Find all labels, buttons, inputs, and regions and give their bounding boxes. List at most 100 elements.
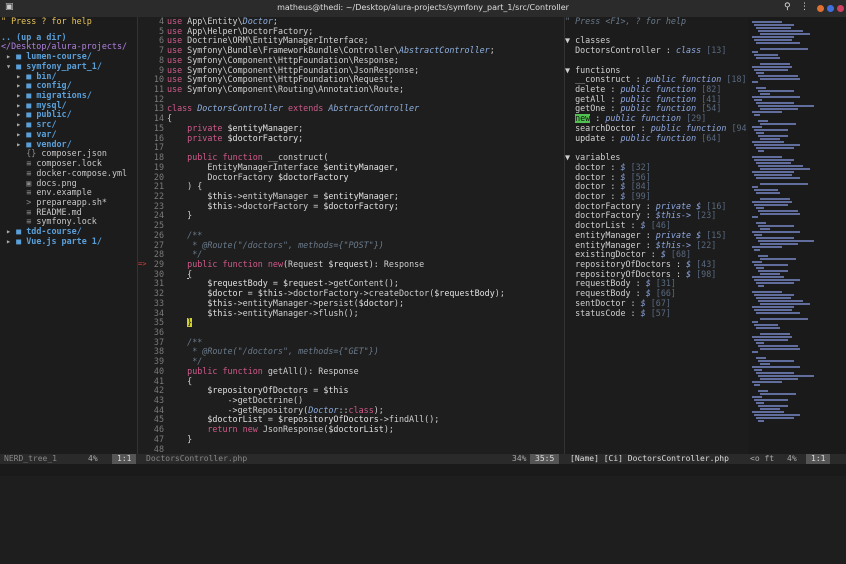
tree-dir-item[interactable]: ▸ ■ tdd-course/ <box>0 227 137 237</box>
code-line[interactable]: 22 $this->entityManager = $entityManager… <box>138 191 564 202</box>
collapsed-arrow-icon[interactable]: ▸ <box>16 130 21 139</box>
collapsed-arrow-icon[interactable] <box>16 169 21 178</box>
tag-entry[interactable]: __construct : public function [18] <box>565 75 748 85</box>
tag-entry[interactable]: statusCode : $ [57] <box>565 309 748 319</box>
code-line[interactable]: 18 public function __construct( <box>138 152 564 163</box>
code-line[interactable]: 9 use Symfony\Component\HttpFoundation\Js… <box>138 65 564 76</box>
tree-file-item[interactable]: > prepareapp.sh* <box>0 198 137 208</box>
code-line[interactable]: 37 /** <box>138 337 564 348</box>
code-line[interactable]: 27 * @Route("/doctors", methods={"POST"}… <box>138 240 564 251</box>
tagbar-section-variables[interactable]: ▼ variables <box>565 153 748 163</box>
tag-entry[interactable]: doctor : $ [32] <box>565 163 748 173</box>
nerdtree-panel[interactable]: " Press ? for help .. (up a dir) </Deskt… <box>0 17 138 454</box>
maximize-button[interactable] <box>827 5 834 12</box>
tree-dir-item[interactable]: ▸ ■ var/ <box>0 130 137 140</box>
code-line[interactable]: 38 * @Route("/doctors", methods={"GET"}) <box>138 347 564 357</box>
code-line[interactable]: 28 */ <box>138 250 564 260</box>
code-line[interactable]: 41 { <box>138 376 564 387</box>
code-line[interactable]: 46 return new JsonResponse($doctorList); <box>138 424 564 435</box>
code-line[interactable]: 20 DoctorFactory $doctorFactory <box>138 172 564 183</box>
tag-entry[interactable]: update : public function [64] <box>565 134 748 144</box>
tree-root-path[interactable]: </Desktop/alura-projects/ <box>0 42 137 52</box>
collapsed-arrow-icon[interactable] <box>16 159 21 168</box>
tree-dir-item[interactable]: ▸ ■ Vue.js parte 1/ <box>0 237 137 247</box>
code-line[interactable]: 10 use Symfony\Component\HttpFoundation\R… <box>138 75 564 85</box>
code-line[interactable]: 24 } <box>138 211 564 221</box>
code-line[interactable]: 48 <box>138 444 564 454</box>
code-line[interactable]: 47 } <box>138 434 564 445</box>
tag-entry[interactable]: sentDoctor : $ [67] <box>565 299 748 309</box>
code-line[interactable]: 12 <box>138 94 564 105</box>
tree-up-dir[interactable]: .. (up a dir) <box>0 33 137 43</box>
code-line[interactable]: 8 use Symfony\Component\HttpFoundation\Re… <box>138 55 564 66</box>
expanded-arrow-icon[interactable]: ▾ <box>6 62 11 71</box>
code-line[interactable]: 45 $doctorList = $repositoryOfDoctors->f… <box>138 415 564 425</box>
tag-entry[interactable]: doctorFactory : private $ [16] <box>565 202 748 212</box>
collapsed-arrow-icon[interactable]: ▸ <box>16 140 21 149</box>
collapsed-arrow-icon[interactable]: ▸ <box>16 110 21 119</box>
code-line[interactable]: 23 $this->doctorFactory = $doctorFactory… <box>138 201 564 212</box>
tagbar-section-classes[interactable]: ▼ classes <box>565 36 748 46</box>
code-line[interactable]: 4 use App\Entity\Doctor; <box>138 17 564 27</box>
code-line[interactable]: 42 $repositoryOfDoctors = $this <box>138 386 564 396</box>
code-line[interactable]: 7 use Symfony\Bundle\FrameworkBundle\Cont… <box>138 45 564 56</box>
code-line[interactable]: 35 } <box>138 318 564 328</box>
tree-dir-item[interactable]: ▸ ■ migrations/ <box>0 91 137 101</box>
code-line[interactable]: 11 use Symfony\Component\Routing\Annotati… <box>138 84 564 95</box>
code-line[interactable]: 39 */ <box>138 356 564 367</box>
collapsed-arrow-icon[interactable]: ▸ <box>16 81 21 90</box>
tree-dir-item[interactable]: ▸ ■ vendor/ <box>0 140 137 150</box>
code-line[interactable]: 17 <box>138 143 564 153</box>
tag-entry[interactable]: repositoryOfDoctors : $ [98] <box>565 270 748 280</box>
tagbar-panel[interactable]: " Press <F1>, ? for help ▼ classes Docto… <box>565 17 748 454</box>
code-line[interactable]: 6 use Doctrine\ORM\EntityManagerInterface… <box>138 36 564 46</box>
tag-entry[interactable]: DoctorsController : class [13] <box>565 46 748 56</box>
tree-file-item[interactable]: ≡ docker-compose.yml <box>0 169 137 179</box>
tag-entry[interactable]: requestBody : $ [66] <box>565 289 748 299</box>
menu-dots-icon[interactable]: ⋮ <box>800 2 809 12</box>
code-line[interactable]: 5 use App\Helper\DoctorFactory; <box>138 26 564 37</box>
minimap[interactable] <box>748 17 846 454</box>
tree-dir-item[interactable]: ▸ ■ lumen-course/ <box>0 52 137 62</box>
code-line[interactable]: 14{ <box>138 113 564 124</box>
code-line[interactable]: 33 $this->entityManager->persist($doctor… <box>138 298 564 309</box>
collapsed-arrow-icon[interactable]: ▸ <box>6 227 11 236</box>
tree-dir-item[interactable]: ▾ ■ symfony_part_1/ <box>0 62 137 72</box>
collapsed-arrow-icon[interactable]: ▸ <box>16 91 21 100</box>
tree-file-item[interactable]: ≡ env.example <box>0 188 137 198</box>
minimize-button[interactable] <box>817 5 824 12</box>
tag-entry[interactable]: searchDoctor : public function [94] <box>565 124 748 134</box>
code-line[interactable]: 21 ) { <box>138 181 564 192</box>
code-line[interactable]: 36 <box>138 327 564 338</box>
code-line[interactable]: 26 /** <box>138 230 564 241</box>
tag-entry[interactable]: doctor : $ [56] <box>565 173 748 183</box>
code-line[interactable]: 13 class DoctorsController extends Abstra… <box>138 104 564 114</box>
code-line[interactable]: 44 ->getRepository(Doctor::class); <box>138 405 564 416</box>
tag-entry[interactable]: new : public function [29] <box>565 114 748 124</box>
tag-entry[interactable]: existingDoctor : $ [68] <box>565 250 748 260</box>
collapsed-arrow-icon[interactable] <box>16 179 21 188</box>
collapsed-arrow-icon[interactable] <box>16 149 21 158</box>
code-line[interactable]: 34 $this->entityManager->flush(); <box>138 308 564 319</box>
tag-entry[interactable]: getAll : public function [41] <box>565 95 748 105</box>
code-line[interactable]: 25 <box>138 220 564 231</box>
tag-entry[interactable]: doctorList : $ [46] <box>565 221 748 231</box>
collapsed-arrow-icon[interactable]: ▸ <box>16 120 21 129</box>
tag-entry[interactable]: doctor : $ [84] <box>565 182 748 192</box>
tag-entry[interactable]: delete : public function [82] <box>565 85 748 95</box>
code-line[interactable]: => 29 public function new(Request $reques… <box>138 259 564 270</box>
collapsed-arrow-icon[interactable] <box>16 188 21 197</box>
tag-entry[interactable]: getOne : public function [54] <box>565 104 748 114</box>
code-editor[interactable]: 4 use App\Entity\Doctor; 5 use App\Helper\D… <box>138 17 565 454</box>
tree-file-item[interactable]: ≡ README.md <box>0 208 137 218</box>
code-line[interactable]: 32 $doctor = $this->doctorFactory->creat… <box>138 288 564 299</box>
collapsed-arrow-icon[interactable]: ▸ <box>16 101 21 110</box>
code-line[interactable]: 30 { <box>138 269 564 280</box>
collapsed-arrow-icon[interactable]: ▸ <box>16 72 21 81</box>
tree-file-item[interactable]: ≡ symfony.lock <box>0 217 137 227</box>
close-button[interactable] <box>837 5 844 12</box>
tag-entry[interactable]: entityManager : private $ [15] <box>565 231 748 241</box>
tree-dir-item[interactable]: ▸ ■ bin/ <box>0 72 137 82</box>
collapsed-arrow-icon[interactable]: ▸ <box>6 52 11 61</box>
tree-file-item[interactable]: ▣ docs.png <box>0 179 137 189</box>
